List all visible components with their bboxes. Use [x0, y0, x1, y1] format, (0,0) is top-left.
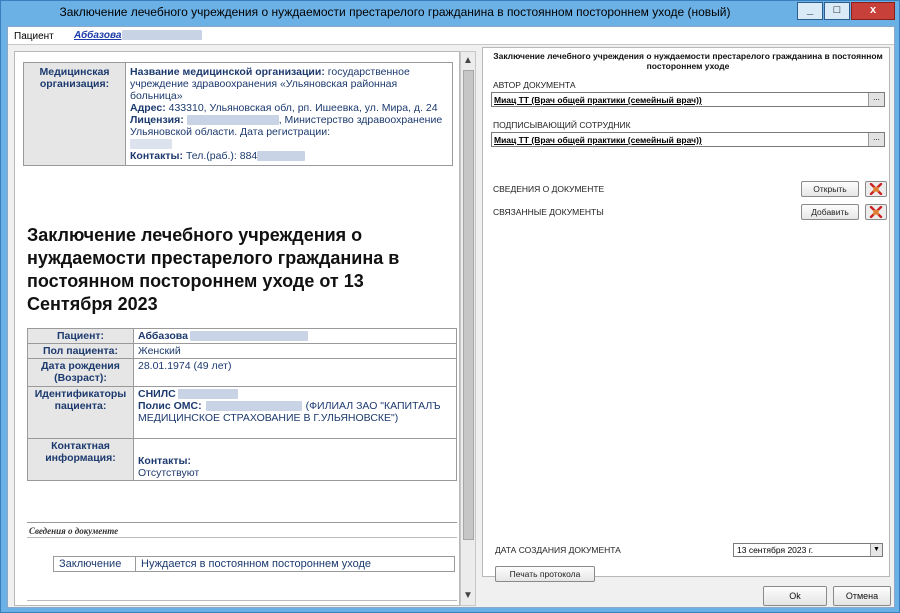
maximize-button[interactable]: □: [824, 2, 850, 20]
section-title: Сведения о документе: [29, 526, 119, 536]
redacted-text: [257, 151, 306, 162]
patient-name-link[interactable]: Аббазова: [74, 30, 203, 41]
vertical-scrollbar[interactable]: ▲ ▼: [460, 51, 476, 606]
patient-label-cell: Пациент:: [27, 328, 134, 344]
window-title: Заключение лечебного учреждения о нуждае…: [59, 5, 731, 19]
redacted-text: [186, 115, 279, 126]
org-contacts-value: Тел.(раб.): 884: [185, 150, 258, 162]
print-protocol-button[interactable]: Печать протокола: [495, 566, 595, 582]
conclusion-table: Заключение Нуждается в постоянном постор…: [53, 556, 455, 572]
redacted-text: [130, 139, 172, 150]
creation-date-label: ДАТА СОЗДАНИЯ ДОКУМЕНТА: [495, 545, 621, 555]
conclusion-label: Заключение: [53, 556, 136, 572]
panel-title: Заключение лечебного учреждения о нуждае…: [493, 51, 883, 71]
conclusion-value: Нуждается в постоянном постороннем уходе: [135, 556, 455, 572]
creation-date-value: 13 сентября 2023 г.: [737, 545, 814, 555]
author-value: Миац ТТ (Врач общей практики (семейный в…: [494, 95, 702, 105]
delete-doc-info-button[interactable]: [865, 181, 887, 197]
sex-value-cell: Женский: [133, 343, 457, 359]
redacted-text: [122, 30, 203, 41]
chevron-down-icon[interactable]: ▼: [870, 544, 882, 556]
delete-icon: [869, 205, 883, 219]
delete-icon: [869, 182, 883, 196]
patient-table: Пациент: Аббазова Пол пациента: Женский …: [27, 328, 457, 481]
doc-info-label: СВЕДЕНИЯ О ДОКУМЕНТЕ: [493, 184, 605, 194]
snils-label: СНИЛС: [138, 388, 176, 400]
open-button[interactable]: Открыть: [801, 181, 859, 197]
author-label: АВТОР ДОКУМЕНТА: [493, 80, 576, 90]
divider: [27, 600, 457, 601]
organization-table: Медицинская организация: Название медици…: [23, 62, 453, 166]
patient-bar: Пациент Аббазова: [8, 27, 894, 45]
ids-label-cell: Идентификаторы пациента:: [27, 386, 134, 439]
org-details: Название медицинской организации: госуда…: [125, 62, 453, 166]
sex-label-cell: Пол пациента:: [27, 343, 134, 359]
title-bar[interactable]: Заключение лечебного учреждения о нуждае…: [1, 1, 899, 25]
related-docs-label: СВЯЗАННЫЕ ДОКУМЕНТЫ: [493, 207, 604, 217]
oms-label: Полис ОМС:: [138, 400, 202, 412]
author-browse-button[interactable]: ...: [868, 93, 884, 106]
contacts-label: Контакты:: [138, 455, 192, 467]
scroll-down-icon[interactable]: ▼: [463, 590, 473, 601]
scrollbar-thumb[interactable]: [463, 70, 474, 540]
org-address-value: 433310, Ульяновская обл, рп. Ишеевка, ул…: [168, 102, 438, 114]
signer-field[interactable]: Миац ТТ (Врач общей практики (семейный в…: [491, 132, 885, 147]
dialog-client-area: Пациент Аббазова Медицинская организация…: [7, 26, 895, 608]
divider: [27, 537, 457, 538]
dialog-window: Заключение лечебного учреждения о нуждае…: [0, 0, 900, 613]
org-name-label: Название медицинской организации:: [130, 66, 325, 78]
redacted-text: [189, 331, 308, 342]
signer-browse-button[interactable]: ...: [868, 133, 884, 146]
divider: [27, 522, 457, 523]
contact-label-cell: Контактная информация:: [27, 438, 134, 481]
redacted-text: [177, 389, 238, 400]
close-button[interactable]: x: [851, 2, 895, 20]
cancel-button[interactable]: Отмена: [833, 586, 891, 606]
document-properties-panel: Заключение лечебного учреждения о нуждае…: [482, 47, 890, 582]
contacts-value: Отсутствуют: [138, 467, 200, 479]
ids-value-cell: СНИЛС Полис ОМС: (ФИЛИАЛ ЗАО "КАПИТАЛЪ МЕ…: [133, 386, 457, 439]
patient-value-cell: Аббазова: [133, 328, 457, 344]
delete-related-button[interactable]: [865, 204, 887, 220]
org-contacts-label: Контакты:: [130, 150, 184, 162]
scroll-up-icon[interactable]: ▲: [463, 55, 473, 66]
signer-value: Миац ТТ (Врач общей практики (семейный в…: [494, 135, 702, 145]
add-button[interactable]: Добавить: [801, 204, 859, 220]
signer-label: ПОДПИСЫВАЮЩИЙ СОТРУДНИК: [493, 120, 631, 130]
patient-label: Пациент: [14, 31, 54, 42]
org-header: Медицинская организация:: [23, 62, 126, 166]
dob-label-cell: Дата рождения (Возраст):: [27, 358, 134, 387]
org-license-label: Лицензия:: [130, 114, 184, 126]
document-title: Заключение лечебного учреждения о нуждае…: [27, 225, 400, 314]
document-preview[interactable]: Медицинская организация: Название медици…: [14, 51, 460, 606]
creation-date-select[interactable]: 13 сентября 2023 г. ▼: [733, 543, 883, 557]
minimize-button[interactable]: _: [797, 2, 823, 20]
author-field[interactable]: Миац ТТ (Врач общей практики (семейный в…: [491, 92, 885, 107]
org-address-label: Адрес:: [130, 102, 166, 114]
dob-value-cell: 28.01.1974 (49 лет): [133, 358, 457, 387]
contact-value-cell: Контакты: Отсутствуют: [133, 438, 457, 481]
redacted-text: [205, 401, 302, 412]
ok-button[interactable]: Ok: [763, 586, 827, 606]
